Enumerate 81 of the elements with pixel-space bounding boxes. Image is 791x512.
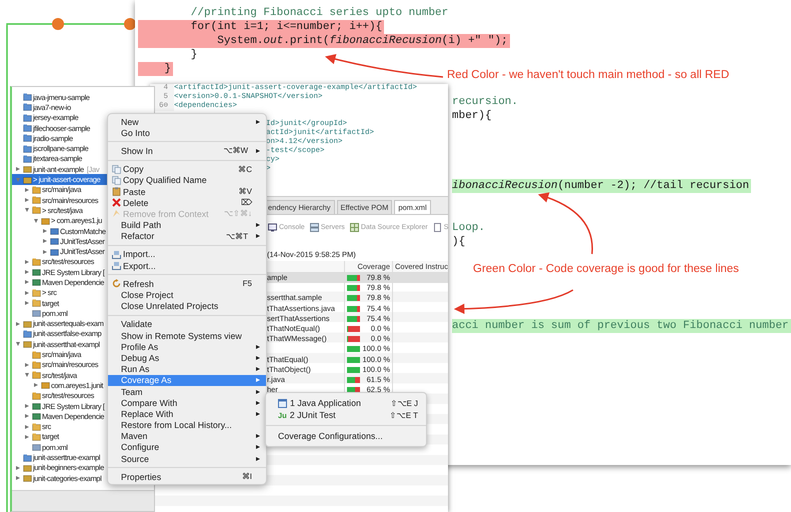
menu-item[interactable]: Refactor ⌥⌘T (108, 230, 266, 242)
coverage-bar (347, 376, 360, 383)
source-folder-icon (32, 392, 41, 400)
menu-item[interactable]: Restore from Local History... (108, 420, 266, 431)
menu-item[interactable]: Delete ⌦ (108, 197, 266, 208)
menu-item[interactable]: Copy ⌘C (108, 164, 266, 175)
source-folder-icon (32, 258, 41, 266)
menu-item[interactable]: Show in Remote Systems view (108, 330, 266, 342)
folder-icon (23, 93, 32, 102)
folder-icon (32, 432, 41, 441)
code-line: ){ (452, 235, 466, 249)
folder-icon (23, 114, 32, 122)
tray-icon (112, 250, 121, 259)
menu-item[interactable]: Run As (108, 364, 266, 375)
cross-icon (112, 198, 121, 208)
annotation-text: Green Color - Code coverage is good for these lines (473, 263, 739, 275)
menu-item[interactable]: Coverage As (108, 374, 266, 386)
servers-icon[interactable] (310, 222, 319, 232)
coverage-bar (347, 366, 360, 373)
menu-item[interactable]: Show In ⌥⌘W (108, 145, 266, 157)
menu-item[interactable]: Build Path (108, 220, 266, 231)
clipboard-icon (112, 187, 121, 196)
menu-item[interactable]: Compare With (108, 397, 266, 408)
tray-icon (112, 261, 121, 270)
menu-item[interactable]: New (108, 116, 266, 128)
code-line: mber){ (452, 109, 493, 123)
page-icon[interactable] (432, 222, 442, 232)
monitor-icon[interactable] (268, 222, 277, 232)
refresh-icon (112, 279, 121, 288)
menu-item[interactable]: Maven (108, 430, 266, 442)
menu-item[interactable]: Properties ⌘I (108, 471, 266, 482)
source-folder-icon (32, 371, 41, 380)
menu-item[interactable]: Replace With (108, 408, 266, 420)
coverage-bar (347, 275, 360, 282)
menu-item[interactable]: Team (108, 386, 266, 398)
folder-icon (32, 422, 41, 431)
coverage-bar (347, 316, 360, 322)
coverage-bar (347, 295, 360, 302)
menu-item[interactable]: Source (108, 453, 266, 464)
folder-icon (23, 103, 32, 112)
source-folder-icon (32, 360, 41, 369)
code-line: recursion. (452, 95, 520, 109)
source-folder-icon (32, 350, 41, 359)
coverage-bar (347, 346, 360, 352)
menu-item[interactable]: Validate (108, 318, 266, 330)
menu-item[interactable]: Close Project (108, 289, 266, 301)
coverage-bar (347, 326, 360, 332)
coverage-bar (347, 356, 360, 363)
menu-item[interactable]: Refresh F5 (108, 278, 266, 290)
source-folder-icon (32, 186, 41, 194)
code-line: //printing Fibonacci series upto number (190, 6, 450, 20)
annotation-text: Red Color - we haven't touch main method - so all RED (447, 69, 730, 81)
menu-item[interactable]: Configure (108, 442, 266, 454)
coverage-bar (347, 285, 360, 292)
database-icon[interactable] (350, 222, 359, 232)
window-icon (278, 398, 287, 408)
menu-item[interactable]: Profile As (108, 341, 266, 352)
folder-icon (23, 154, 32, 163)
source-folder-icon (32, 206, 41, 214)
menu-item[interactable]: Import... (108, 248, 266, 260)
folder-icon (32, 299, 41, 308)
folder-icon (23, 454, 32, 462)
coverage-bar (347, 336, 360, 342)
folder-icon (23, 124, 32, 132)
menu-item[interactable]: 1 Java Application ⇧⌥E J (266, 397, 426, 409)
menu-item[interactable]: Paste ⌘V (108, 186, 266, 198)
menu-item[interactable]: Close Unrelated Projects (108, 300, 266, 312)
code-line: } (190, 48, 198, 62)
menu-item[interactable]: Go Into (108, 127, 266, 138)
folder-icon (23, 144, 32, 153)
folder-icon (23, 134, 32, 142)
menu-item[interactable]: Coverage Configurations... (266, 430, 426, 442)
folder-icon (23, 330, 32, 338)
menu-item[interactable]: Export... (108, 260, 266, 272)
source-folder-icon (32, 196, 41, 204)
folder-icon (32, 288, 41, 297)
coverage-bar (347, 306, 360, 312)
menu-item[interactable]: Debug As (108, 352, 266, 364)
arrow (538, 192, 593, 254)
code-line: Loop. (452, 221, 486, 235)
menu-item[interactable]: Copy Qualified Name (108, 174, 266, 186)
